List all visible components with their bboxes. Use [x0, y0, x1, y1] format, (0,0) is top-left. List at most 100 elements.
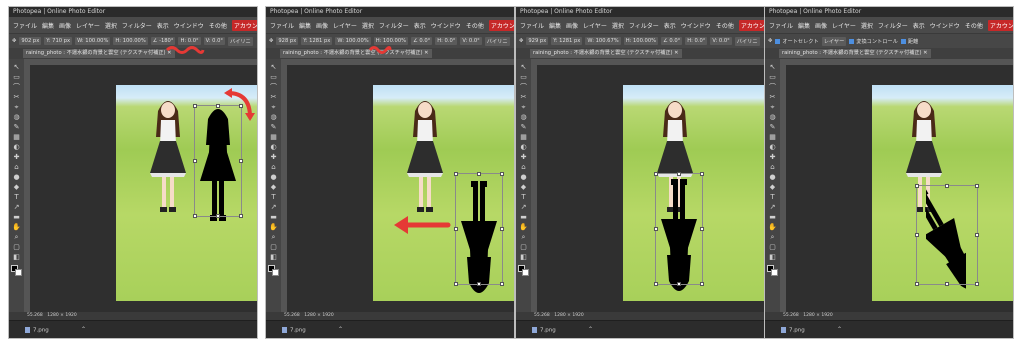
file-chip[interactable]: 7.png [25, 327, 49, 334]
menu-item[interactable]: ウインドウ [681, 21, 711, 30]
transform-handle[interactable] [654, 227, 658, 231]
file-chip[interactable]: 7.png [781, 327, 805, 334]
image-canvas[interactable] [373, 85, 514, 301]
tool-icon[interactable]: ⌖ [519, 103, 528, 112]
transform-option-field[interactable]: ∠ 0.0° [661, 37, 683, 45]
tool-icon[interactable]: ▢ [269, 243, 278, 252]
transform-handle[interactable] [239, 159, 243, 163]
tool-icon[interactable]: ▬ [519, 213, 528, 222]
tool-icon[interactable]: ✂ [519, 93, 528, 102]
menu-item[interactable]: その他 [716, 21, 734, 30]
tool-icon[interactable]: ◐ [768, 143, 777, 152]
tool-icon[interactable]: ✎ [12, 123, 21, 132]
tool-icon[interactable]: ⌕ [768, 233, 777, 242]
menu-item[interactable]: その他 [466, 21, 484, 30]
tool-icon[interactable]: ● [269, 173, 278, 182]
background-color-swatch[interactable] [272, 269, 279, 276]
tool-icon[interactable]: ◍ [269, 113, 278, 122]
transform-handle[interactable] [454, 172, 458, 176]
tool-icon[interactable]: ↗ [12, 203, 21, 212]
transform-option-field[interactable]: バイリニ [227, 36, 253, 46]
tool-icon[interactable]: ◐ [12, 143, 21, 152]
transform-handle[interactable] [654, 172, 658, 176]
transform-option-field[interactable]: 距離 [901, 38, 918, 45]
document-tab[interactable]: raining_photo : 不運水銀の背景と雲空 (テクスチャ付補正) ✕ [779, 49, 931, 58]
tool-icon[interactable]: ✂ [12, 93, 21, 102]
transform-handle[interactable] [193, 104, 197, 108]
menu-item[interactable]: ウインドウ [930, 21, 960, 30]
transform-handle[interactable] [239, 214, 243, 218]
transform-handle[interactable] [915, 233, 919, 237]
tool-icon[interactable]: ▢ [768, 243, 777, 252]
tool-icon[interactable]: ↗ [519, 203, 528, 212]
tool-icon[interactable]: ▢ [12, 243, 21, 252]
menu-item[interactable]: フィルター [629, 21, 659, 30]
chevron-up-icon[interactable]: ⌃ [837, 326, 842, 333]
tool-icon[interactable]: ▦ [519, 133, 528, 142]
transform-handle[interactable] [975, 184, 979, 188]
tool-icon[interactable]: T [12, 193, 21, 202]
menu-item[interactable]: ファイル [520, 21, 544, 30]
menu-item[interactable]: 画像 [59, 21, 71, 30]
tool-icon[interactable]: ⌂ [12, 163, 21, 172]
document-tab[interactable]: raining_photo : 不運水銀の背景と雲空 (テクスチャ付補正) ✕ [23, 49, 175, 58]
tool-icon[interactable]: ◍ [519, 113, 528, 122]
tool-icon[interactable]: ⌕ [12, 233, 21, 242]
tool-icon[interactable]: ◍ [12, 113, 21, 122]
transform-handle[interactable] [193, 214, 197, 218]
menu-item[interactable]: その他 [965, 21, 983, 30]
tool-icon[interactable]: ⌒ [269, 83, 278, 92]
transform-option-field[interactable]: オートセレクト [775, 38, 818, 45]
transform-option-field[interactable]: H: 100.00% [373, 37, 409, 45]
transform-handle[interactable] [454, 282, 458, 286]
tool-icon[interactable]: ✂ [768, 93, 777, 102]
menu-item[interactable]: 編集 [42, 21, 54, 30]
transform-option-field[interactable]: Y: 710 px [44, 37, 73, 45]
menu-item[interactable]: フィルター [878, 21, 908, 30]
account-button[interactable]: アカウント [987, 19, 1013, 31]
transform-handle[interactable] [677, 172, 681, 176]
menu-item[interactable]: 表示 [414, 21, 426, 30]
tool-icon[interactable]: ◧ [768, 253, 777, 262]
chevron-up-icon[interactable]: ⌃ [588, 326, 593, 333]
transform-handle[interactable] [454, 227, 458, 231]
menu-item[interactable]: レイヤー [76, 21, 100, 30]
tool-icon[interactable]: ⌒ [12, 83, 21, 92]
transform-handle[interactable] [193, 159, 197, 163]
background-color-swatch[interactable] [15, 269, 22, 276]
transform-option-field[interactable]: 変換コントロール [849, 38, 898, 45]
transform-option-field[interactable]: ∠ 0.0° [411, 37, 433, 45]
tool-icon[interactable]: ● [768, 173, 777, 182]
background-color-swatch[interactable] [522, 269, 529, 276]
tool-icon[interactable]: ↗ [768, 203, 777, 212]
tool-icon[interactable]: ↖ [768, 63, 777, 72]
tool-icon[interactable]: ▦ [12, 133, 21, 142]
transform-option-field[interactable]: W: 100.00% [75, 37, 111, 45]
tool-icon[interactable]: T [269, 193, 278, 202]
tool-icon[interactable]: T [768, 193, 777, 202]
file-chip[interactable]: 7.png [282, 327, 306, 334]
tool-icon[interactable]: T [519, 193, 528, 202]
tool-icon[interactable]: ↖ [269, 63, 278, 72]
account-button[interactable]: アカウント [231, 19, 257, 31]
transform-handle[interactable] [654, 282, 658, 286]
tool-icon[interactable]: ✋ [768, 223, 777, 232]
tool-icon[interactable]: ✚ [269, 153, 278, 162]
menu-item[interactable]: ウインドウ [174, 21, 204, 30]
tool-icon[interactable]: ▬ [12, 213, 21, 222]
menu-item[interactable]: 選択 [105, 21, 117, 30]
tool-icon[interactable]: ⌂ [519, 163, 528, 172]
transform-handle[interactable] [945, 184, 949, 188]
tool-icon[interactable]: ⌕ [269, 233, 278, 242]
transform-option-field[interactable]: V: 0.0° [460, 37, 482, 45]
tool-icon[interactable]: ◐ [519, 143, 528, 152]
transform-handle[interactable] [477, 172, 481, 176]
menu-item[interactable]: 編集 [299, 21, 311, 30]
transform-option-field[interactable]: ∠ -180° [150, 37, 176, 45]
menu-item[interactable]: フィルター [379, 21, 409, 30]
tool-icon[interactable]: ⌖ [269, 103, 278, 112]
transform-handle[interactable] [500, 172, 504, 176]
tool-icon[interactable]: ▦ [768, 133, 777, 142]
menu-item[interactable]: 編集 [549, 21, 561, 30]
tool-icon[interactable]: ◐ [269, 143, 278, 152]
